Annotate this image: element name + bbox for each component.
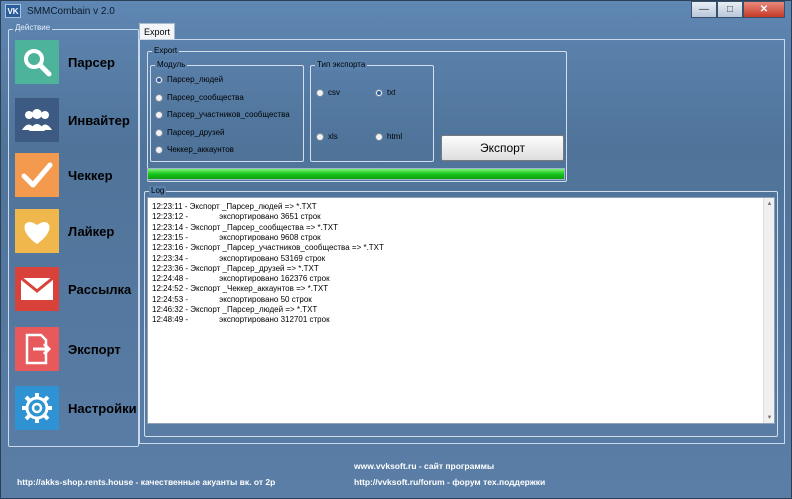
radio-unchecked-icon[interactable] (155, 128, 163, 137)
app-window: VK SMMCombain v 2.0 — □ ✕ Действие Парсе… (0, 0, 792, 499)
log-line: 12:48:49 - экспортировано 312701 строк (152, 315, 330, 325)
radio-unchecked-icon[interactable] (155, 110, 163, 119)
module-group-legend: Модуль (155, 60, 188, 70)
export-type-legend: Тип экспорта (315, 60, 368, 70)
title-bar: VK SMMCombain v 2.0 — □ ✕ (1, 1, 791, 21)
log-line: 12:24:52 - Экспорт _Чеккер_аккаунтов => … (152, 284, 329, 294)
scroll-down-icon[interactable]: ▼ (764, 412, 775, 423)
module-radio[interactable]: Чеккер_аккаунтов (155, 145, 234, 154)
radio-label: html (387, 132, 403, 141)
export-type-group: Тип экспорта (310, 60, 434, 162)
radio-label: Парсер_участников_сообщества (167, 110, 290, 119)
app-logo-icon: VK (5, 4, 21, 18)
log-line: 12:24:53 - экспортировано 50 строк (152, 294, 312, 304)
module-radio[interactable]: Парсер_друзей (155, 128, 225, 137)
module-radio[interactable]: Парсер_людей (155, 75, 223, 84)
export-button[interactable]: Экспорт (441, 135, 564, 161)
sidebar-item-label: Экспорт (68, 341, 121, 357)
search-icon (15, 40, 59, 84)
check-icon (15, 153, 59, 197)
users-icon (15, 98, 59, 142)
module-radio[interactable]: Парсер_участников_сообщества (155, 110, 290, 119)
log-line: 12:23:36 - Экспорт _Парсер_друзей => *.T… (152, 263, 319, 273)
radio-label: Парсер_друзей (167, 128, 225, 137)
radio-unchecked-icon[interactable] (375, 132, 383, 141)
maximize-button[interactable]: □ (717, 1, 743, 18)
type-radio[interactable]: html (375, 132, 402, 141)
sidebar-item-settings[interactable]: Настройки (15, 385, 140, 431)
log-legend: Log (149, 186, 167, 196)
export-group-legend: Export (152, 46, 180, 56)
sidebar-item-label: Парсер (68, 54, 115, 70)
radio-label: Парсер_людей (167, 75, 224, 84)
sidebar-item-label: Чеккер (68, 167, 113, 183)
sidebar-item-label: Настройки (68, 400, 137, 416)
shop-link[interactable]: http://akks-shop.rents.house - качествен… (17, 477, 275, 487)
radio-label: xls (328, 132, 338, 141)
sidebar-item-label: Рассылка (68, 281, 132, 297)
sidebar-item-label: Инвайтер (68, 112, 130, 128)
scroll-up-icon[interactable]: ▲ (764, 198, 775, 209)
minimize-button[interactable]: — (691, 1, 717, 18)
forum-link[interactable]: http://vvksoft.ru/forum - форум тех.подд… (354, 477, 545, 487)
action-sidebar: Действие Парсер Инвайтер Чеккер Лайкер Р… (8, 23, 140, 447)
gear-icon (15, 386, 59, 430)
radio-checked-icon[interactable] (375, 88, 383, 97)
sidebar-item-liker[interactable]: Лайкер (15, 208, 140, 254)
export-progress-bar (147, 168, 565, 180)
sidebar-item-parser[interactable]: Парсер (15, 39, 140, 85)
type-radio[interactable]: csv (316, 88, 340, 97)
sidebar-item-export[interactable]: Экспорт (15, 326, 140, 372)
site-link[interactable]: www.vvksoft.ru - сайт программы (354, 461, 494, 471)
type-radio[interactable]: txt (375, 88, 395, 97)
log-line: 12:23:34 - экспортировано 53169 строк (152, 253, 326, 263)
radio-unchecked-icon[interactable] (155, 145, 163, 154)
radio-label: csv (328, 88, 340, 97)
type-radio[interactable]: xls (316, 132, 338, 141)
radio-unchecked-icon[interactable] (155, 93, 163, 102)
radio-checked-icon[interactable] (155, 75, 163, 84)
log-line: 12:46:32 - Экспорт _Парсер_людей => *.TX… (152, 305, 318, 314)
log-line: 12:24:48 - экспортировано 162376 строк (152, 274, 330, 284)
progress-fill (148, 169, 564, 179)
window-controls: — □ ✕ (691, 1, 785, 18)
radio-unchecked-icon[interactable] (316, 132, 324, 141)
sidebar-item-label: Лайкер (68, 223, 115, 239)
sidebar-item-checker[interactable]: Чеккер (15, 152, 140, 198)
window-title: SMMCombain v 2.0 (27, 5, 115, 17)
mail-icon (15, 267, 59, 311)
log-line: 12:23:14 - Экспорт _Парсер_сообщества =>… (152, 222, 338, 232)
module-radio[interactable]: Парсер_сообщества (155, 93, 244, 102)
sidebar-legend: Действие (13, 23, 53, 32)
radio-label: Парсер_сообщества (167, 93, 244, 102)
log-scrollbar[interactable]: ▲ ▼ (763, 198, 774, 423)
radio-label: txt (387, 88, 396, 97)
radio-label: Чеккер_аккаунтов (167, 145, 234, 154)
log-line: 12:23:12 - экспортировано 3651 строк (152, 212, 321, 222)
sidebar-item-mailing[interactable]: Рассылка (15, 266, 140, 312)
log-line: 12:23:16 - Экспорт _Парсер_участников_со… (152, 243, 384, 253)
close-button[interactable]: ✕ (743, 1, 785, 18)
export-icon (15, 327, 59, 371)
log-textarea[interactable]: 12:23:11 - Экспорт _Парсер_людей => *.TX… (147, 197, 775, 424)
log-line: 12:23:11 - Экспорт _Парсер_людей => *.TX… (152, 202, 317, 211)
tab-export[interactable]: Export (139, 23, 175, 40)
log-line: 12:23:15 - экспортировано 9608 строк (152, 232, 321, 242)
sidebar-item-inviter[interactable]: Инвайтер (15, 97, 140, 143)
heart-icon (15, 209, 59, 253)
radio-unchecked-icon[interactable] (316, 88, 324, 97)
